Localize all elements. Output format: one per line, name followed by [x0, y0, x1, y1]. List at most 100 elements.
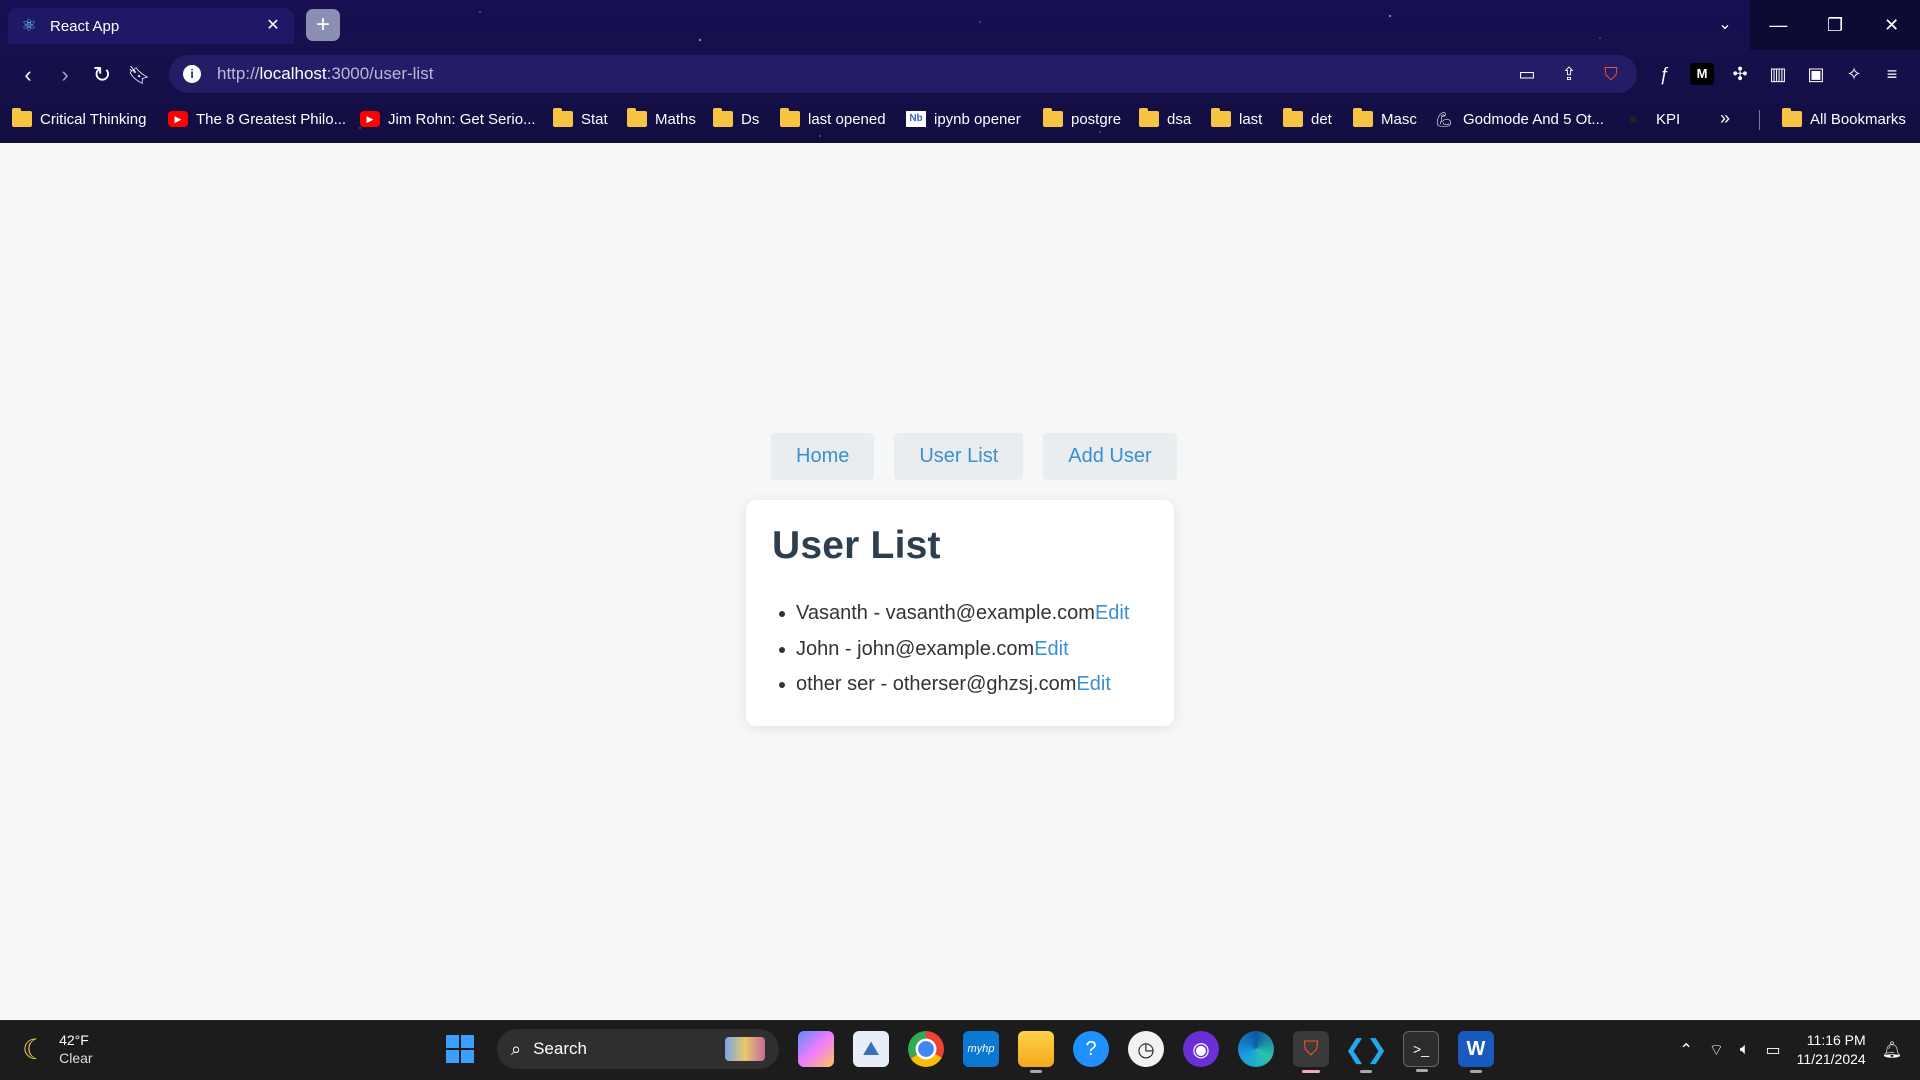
wifi-icon[interactable]: ⌔: [1709, 1040, 1724, 1060]
folder-icon: [553, 108, 573, 127]
folder-icon: [780, 108, 800, 127]
bookmark-item[interactable]: ▶ Jim Rohn: Get Serio...: [360, 106, 536, 132]
restore-button[interactable]: ❐: [1807, 0, 1864, 50]
user-list-item: Vasanth - vasanth@example.comEdit: [772, 596, 1148, 632]
share-icon[interactable]: ⇪: [1557, 64, 1581, 85]
app-nav: Home User List Add User: [771, 433, 1177, 480]
bookmark-icon[interactable]: 🔖︎: [124, 60, 154, 90]
search-icon: ⌕: [511, 1038, 522, 1059]
file-explorer-icon[interactable]: [1018, 1031, 1054, 1073]
user-info: John - john@example.com: [796, 637, 1035, 660]
battery-icon[interactable]: ▭: [1766, 1040, 1781, 1060]
terminal-icon[interactable]: >_: [1403, 1031, 1439, 1072]
close-icon[interactable]: ✕: [264, 17, 282, 35]
weather-text: 42°F Clear: [59, 1031, 92, 1067]
bookmark-item[interactable]: 💪︎ Godmode And 5 Ot...: [1435, 106, 1604, 132]
fx-extension-icon[interactable]: ƒ: [1652, 60, 1676, 88]
brave-shield-icon[interactable]: ⛉: [1599, 64, 1623, 85]
brave-icon[interactable]: ⛉: [1293, 1031, 1329, 1073]
volume-icon[interactable]: 🔈︎: [1740, 1041, 1750, 1059]
taskbar-search[interactable]: ⌕ Search: [497, 1029, 779, 1069]
start-button[interactable]: [442, 1031, 478, 1067]
url-text[interactable]: http://localhost:3000/user-list: [217, 64, 1515, 84]
browser-chrome: ⚛ React App ✕ + ⌄ — ❐ ✕ ‹ › ↻ 🔖︎ i http:…: [0, 0, 1920, 143]
bookmark-item[interactable]: last: [1211, 106, 1262, 132]
folder-icon: [1139, 108, 1159, 127]
vscode-icon[interactable]: ❮❯: [1344, 1031, 1388, 1073]
url-path: :3000/user-list: [326, 64, 434, 83]
edit-user-link[interactable]: Edit: [1034, 638, 1068, 660]
bookmark-item[interactable]: Maths: [627, 106, 696, 132]
forward-button[interactable]: ›: [50, 60, 80, 90]
tab-title: React App: [50, 17, 120, 35]
info-icon[interactable]: i: [183, 65, 201, 83]
word-icon[interactable]: W: [1458, 1031, 1494, 1073]
menu-icon[interactable]: ≡: [1880, 60, 1904, 88]
bookmark-item[interactable]: Critical Thinking: [12, 106, 146, 132]
copilot-icon[interactable]: [798, 1031, 834, 1067]
bookmark-item[interactable]: Stat: [553, 106, 608, 132]
all-bookmarks[interactable]: All Bookmarks: [1782, 106, 1906, 132]
puzzle-icon[interactable]: ✣: [1728, 60, 1752, 88]
bookmark-item[interactable]: dsa: [1139, 106, 1191, 132]
tab-react-app[interactable]: ⚛ React App ✕: [8, 8, 294, 44]
notification-bell-icon[interactable]: 🔔︎: [1882, 1040, 1902, 1060]
bookmark-item[interactable]: Ds: [713, 106, 759, 132]
bookmark-item[interactable]: ● KPI: [1628, 106, 1680, 132]
bookmark-item[interactable]: Nb ipynb opener: [906, 106, 1021, 132]
bookmark-item[interactable]: ▶ The 8 Greatest Philo...: [168, 106, 346, 132]
close-window-button[interactable]: ✕: [1863, 0, 1920, 50]
chrome-icon[interactable]: [908, 1031, 944, 1067]
youtube-icon: ▶: [360, 111, 380, 127]
bookmark-item[interactable]: postgre: [1043, 106, 1121, 132]
photos-icon[interactable]: ⛰: [853, 1031, 889, 1067]
cast-icon[interactable]: ▭: [1515, 64, 1539, 85]
myhp-icon[interactable]: myhp: [963, 1031, 999, 1067]
folder-icon: [1353, 108, 1373, 127]
chevron-up-icon[interactable]: ⌃: [1679, 1040, 1692, 1060]
window-controls: — ❐ ✕: [1750, 0, 1920, 50]
bookmark-label: last: [1239, 110, 1263, 128]
mask-icon[interactable]: ◉: [1183, 1031, 1219, 1067]
wallet-icon[interactable]: ▣: [1804, 60, 1828, 88]
back-button[interactable]: ‹: [13, 60, 43, 90]
nav-add-user-link[interactable]: Add User: [1043, 433, 1177, 480]
edge-icon[interactable]: [1238, 1031, 1274, 1067]
clock[interactable]: 11:16 PM 11/21/2024: [1797, 1031, 1866, 1069]
weather-widget[interactable]: ☾ 42°F Clear: [22, 1031, 93, 1067]
github-icon: ●: [1628, 111, 1638, 128]
bookmark-item[interactable]: last opened: [780, 106, 886, 132]
url-scheme: http://: [217, 64, 260, 83]
bookmarks-divider: [1759, 110, 1760, 130]
nav-home-link[interactable]: Home: [771, 433, 875, 480]
windows-taskbar: ☾ 42°F Clear ⌕ Search ⛰ myhp ? ◷ ◉ ⛉ ❮❯ …: [0, 1020, 1920, 1080]
address-bar[interactable]: i http://localhost:3000/user-list ▭ ⇪ ⛉: [169, 55, 1637, 93]
navigation-bar: ‹ › ↻ 🔖︎ i http://localhost:3000/user-li…: [0, 50, 1920, 98]
address-bar-actions: ▭ ⇪ ⛉: [1515, 64, 1623, 85]
chevron-down-icon[interactable]: ⌄: [1712, 13, 1738, 37]
clock-icon[interactable]: ◷: [1128, 1031, 1164, 1067]
user-list: Vasanth - vasanth@example.comEdit John -…: [772, 596, 1148, 703]
clock-date: 11/21/2024: [1796, 1051, 1866, 1067]
edit-user-link[interactable]: Edit: [1095, 602, 1129, 624]
medium-icon[interactable]: M: [1690, 63, 1714, 85]
folder-icon: [1283, 108, 1303, 127]
leo-ai-icon[interactable]: ✧: [1842, 60, 1866, 88]
folder-icon: [713, 108, 733, 127]
nav-user-list-link[interactable]: User List: [894, 433, 1024, 480]
folder-icon: [12, 108, 32, 127]
sidebar-icon[interactable]: ▥: [1766, 60, 1790, 88]
folder-icon: [1043, 108, 1063, 127]
new-tab-button[interactable]: +: [306, 9, 340, 41]
reload-button[interactable]: ↻: [87, 60, 117, 90]
minimize-button[interactable]: —: [1750, 0, 1807, 50]
bookmark-item[interactable]: Masc: [1353, 106, 1417, 132]
tab-strip: ⚛ React App ✕ + ⌄ — ❐ ✕: [0, 0, 1920, 50]
bookmark-item[interactable]: det: [1283, 106, 1332, 132]
notebook-icon: Nb: [906, 111, 926, 127]
page-content: Home User List Add User User List Vasant…: [0, 143, 1920, 1020]
help-icon[interactable]: ?: [1073, 1031, 1109, 1067]
more-bookmarks-icon[interactable]: »: [1720, 108, 1730, 129]
edit-user-link[interactable]: Edit: [1076, 673, 1110, 695]
all-bookmarks-label: All Bookmarks: [1810, 110, 1906, 128]
